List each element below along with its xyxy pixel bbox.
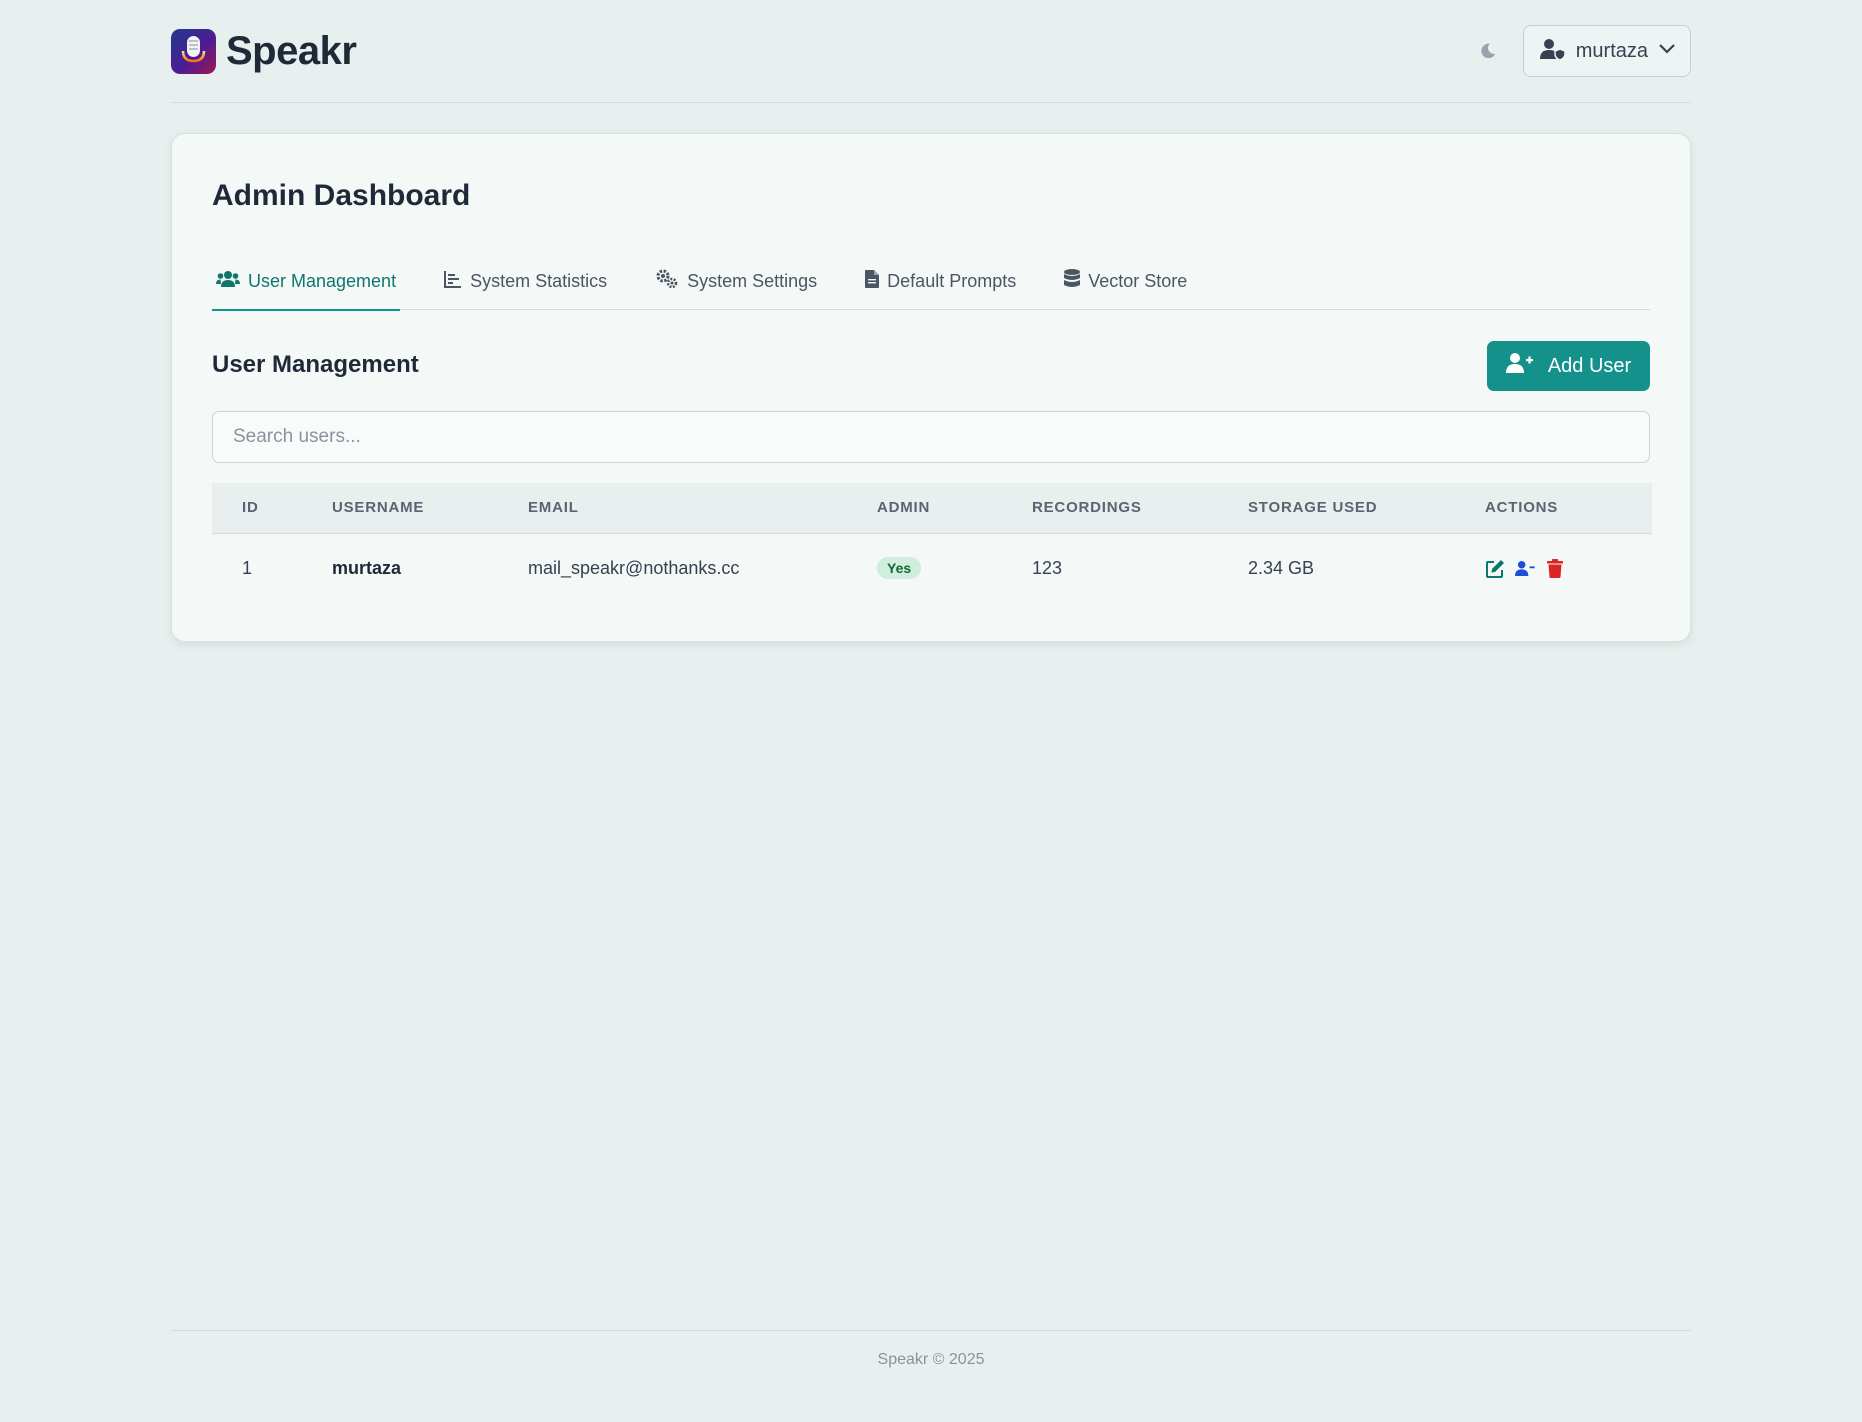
cell-actions bbox=[1485, 533, 1652, 603]
cell-recordings: 123 bbox=[1032, 557, 1063, 578]
users-table: ID USERNAME EMAIL ADMIN RECORDINGS STORA… bbox=[212, 483, 1652, 603]
admin-badge: Yes bbox=[877, 557, 922, 580]
tab-label: Vector Store bbox=[1088, 270, 1188, 291]
user-shield-icon bbox=[1539, 38, 1566, 65]
brand[interactable]: Speakr bbox=[171, 28, 357, 74]
trash-icon[interactable] bbox=[1545, 558, 1565, 578]
table-header-row: ID USERNAME EMAIL ADMIN RECORDINGS STORA… bbox=[212, 483, 1652, 533]
section-title: User Management bbox=[212, 351, 419, 378]
column-header-email: EMAIL bbox=[528, 499, 579, 517]
footer-copyright: Speakr © 2025 bbox=[877, 1351, 985, 1368]
app-name: Speakr bbox=[226, 28, 357, 73]
tab-label: Default Prompts bbox=[887, 270, 1017, 291]
cell-id: 1 bbox=[242, 557, 253, 578]
column-header-username: USERNAME bbox=[332, 499, 425, 517]
cell-admin: Yes bbox=[877, 533, 1032, 603]
add-user-button[interactable]: Add User bbox=[1487, 341, 1650, 391]
column-header-admin: ADMIN bbox=[877, 499, 931, 517]
moon-icon[interactable] bbox=[1477, 40, 1499, 62]
user-menu-button[interactable]: murtaza bbox=[1522, 25, 1691, 77]
tab-label: System Settings bbox=[687, 270, 818, 291]
file-icon bbox=[865, 269, 880, 293]
page-footer: Speakr © 2025 bbox=[171, 1330, 1691, 1400]
cell-storage: 2.34 GB bbox=[1248, 557, 1315, 578]
gears-icon bbox=[655, 269, 679, 294]
database-icon bbox=[1064, 269, 1081, 293]
admin-dashboard-card: Admin Dashboard User Management System S… bbox=[171, 133, 1691, 642]
tab-system-statistics[interactable]: System Statistics bbox=[440, 252, 611, 310]
tab-vector-store[interactable]: Vector Store bbox=[1060, 252, 1191, 310]
users-icon bbox=[216, 270, 240, 293]
add-user-label: Add User bbox=[1547, 354, 1632, 377]
tab-label: User Management bbox=[248, 270, 397, 291]
chart-bar-icon bbox=[444, 270, 462, 293]
tab-system-settings[interactable]: System Settings bbox=[651, 252, 821, 310]
column-header-actions: ACTIONS bbox=[1485, 499, 1559, 517]
current-username: murtaza bbox=[1575, 39, 1648, 62]
search-users-input[interactable] bbox=[212, 411, 1650, 463]
user-plus-icon bbox=[1505, 352, 1534, 380]
user-minus-icon[interactable] bbox=[1515, 558, 1535, 578]
column-header-id: ID bbox=[242, 499, 259, 517]
speakr-logo-icon bbox=[171, 28, 216, 74]
admin-tabs: User Management System Statistics System… bbox=[212, 252, 1650, 311]
top-header: Speakr murtaza bbox=[171, 0, 1691, 103]
chevron-down-icon bbox=[1658, 42, 1676, 60]
tab-default-prompts[interactable]: Default Prompts bbox=[861, 252, 1020, 310]
edit-icon[interactable] bbox=[1485, 558, 1505, 578]
column-header-recordings: RECORDINGS bbox=[1032, 499, 1142, 517]
cell-email: mail_speakr@nothanks.cc bbox=[528, 557, 740, 578]
tab-user-management[interactable]: User Management bbox=[212, 252, 401, 311]
page-title: Admin Dashboard bbox=[212, 179, 471, 212]
column-header-storage: STORAGE USED bbox=[1248, 499, 1378, 517]
cell-username: murtaza bbox=[332, 557, 402, 578]
tab-label: System Statistics bbox=[470, 270, 608, 291]
table-row: 1 murtaza mail_speakr@nothanks.cc Yes 12… bbox=[212, 533, 1652, 603]
